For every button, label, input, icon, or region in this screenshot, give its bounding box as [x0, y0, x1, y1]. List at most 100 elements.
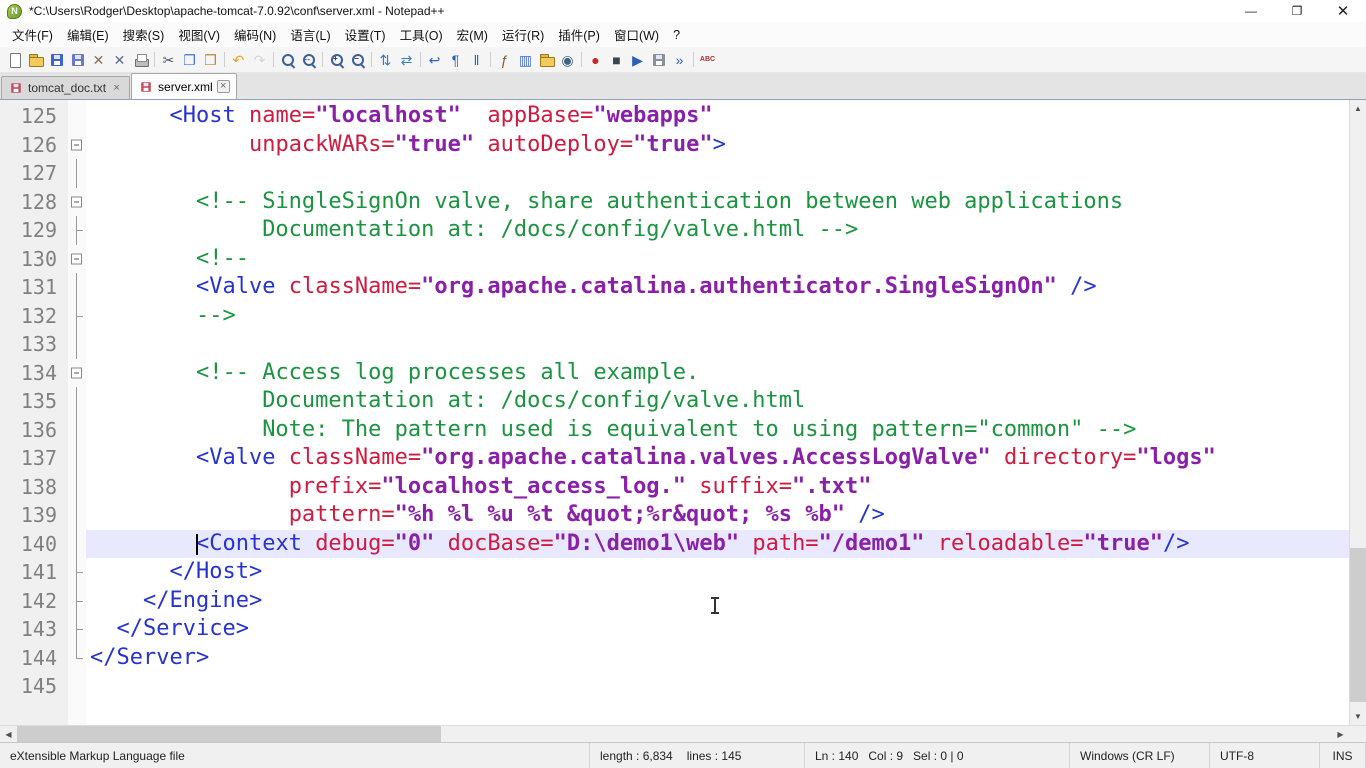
tab-close-icon[interactable]: × [110, 82, 123, 95]
tab-server-xml[interactable]: server.xml × [131, 73, 237, 99]
code-area[interactable]: 125 <Host name="localhost" appBase="weba… [0, 100, 1349, 725]
line-number[interactable]: 143 [0, 615, 68, 644]
line-number[interactable]: 129 [0, 216, 68, 245]
menu-item-8[interactable]: 工具(O) [393, 22, 450, 47]
line-number[interactable]: 141 [0, 558, 68, 587]
code-line-text[interactable]: Note: The pattern used is equivalent to … [86, 416, 1349, 445]
copy-button[interactable]: ❐ [179, 49, 200, 71]
open-file-button[interactable] [25, 49, 46, 71]
fold-margin[interactable] [68, 188, 86, 217]
line-number[interactable]: 144 [0, 644, 68, 673]
paste-button[interactable]: ❒ [200, 49, 221, 71]
vertical-scroll-thumb[interactable] [1350, 548, 1366, 703]
line-number[interactable]: 134 [0, 359, 68, 388]
line-number[interactable]: 131 [0, 273, 68, 302]
vertical-scroll-track[interactable] [1350, 117, 1366, 708]
word-wrap-button[interactable]: ↩ [424, 49, 445, 71]
find-button[interactable] [277, 49, 298, 71]
menu-item-12[interactable]: 窗口(W) [607, 22, 666, 47]
line-number[interactable]: 126 [0, 131, 68, 160]
status-eol-format[interactable]: Windows (CR LF) [1070, 743, 1210, 768]
sync-horizontal-scroll-button[interactable]: ⇄ [396, 49, 417, 71]
code-line-text[interactable]: <Valve className="org.apache.catalina.va… [86, 444, 1349, 473]
code-line-text[interactable]: pattern="%h %l %u %t &quot;%r&quot; %s %… [86, 501, 1349, 530]
document-monitoring-button[interactable]: ◉ [557, 49, 578, 71]
code-line-text[interactable]: <!-- [86, 245, 1349, 274]
fold-margin[interactable] [68, 359, 86, 388]
line-number[interactable]: 128 [0, 188, 68, 217]
close-file-button[interactable]: ✕ [88, 49, 109, 71]
code-line-text[interactable] [86, 159, 1349, 188]
code-line-text[interactable]: </Engine> [86, 587, 1349, 616]
menu-item-1[interactable]: 文件(F) [5, 22, 60, 47]
menu-item-2[interactable]: 编辑(E) [60, 22, 116, 47]
line-number[interactable]: 130 [0, 245, 68, 274]
print-button[interactable] [130, 49, 151, 71]
code-line-text[interactable]: <Host name="localhost" appBase="webapps" [86, 102, 1349, 131]
function-list-button[interactable]: ƒ [494, 49, 515, 71]
scroll-down-button[interactable]: ▼ [1350, 708, 1366, 725]
line-number[interactable]: 142 [0, 587, 68, 616]
code-line-text[interactable]: prefix="localhost_access_log." suffix=".… [86, 473, 1349, 502]
document-map-button[interactable]: ▥ [515, 49, 536, 71]
replace-button[interactable]: ↔ [298, 49, 319, 71]
save-macro-button[interactable] [648, 49, 669, 71]
vertical-scrollbar[interactable]: ▲ ▼ [1349, 100, 1366, 725]
play-macro-button[interactable]: ▶ [627, 49, 648, 71]
tab-tomcat-doc-txt[interactable]: tomcat_doc.txt × [1, 76, 131, 99]
menu-item-13[interactable]: ? [666, 25, 687, 45]
line-number[interactable]: 138 [0, 473, 68, 502]
line-number[interactable]: 133 [0, 330, 68, 359]
minimize-button[interactable]: — [1228, 0, 1274, 22]
zoom-in-button[interactable]: + [326, 49, 347, 71]
line-number[interactable]: 145 [0, 672, 68, 701]
code-line-text[interactable]: <!-- SingleSignOn valve, share authentic… [86, 188, 1349, 217]
code-line-text[interactable]: </Host> [86, 558, 1349, 587]
save-all-button[interactable] [67, 49, 88, 71]
code-line-text[interactable] [86, 672, 1349, 701]
undo-button[interactable]: ↶ [228, 49, 249, 71]
menu-item-3[interactable]: 搜索(S) [116, 22, 172, 47]
code-line-text[interactable]: <Valve className="org.apache.catalina.au… [86, 273, 1349, 302]
menu-item-5[interactable]: 编码(N) [227, 22, 283, 47]
code-line-text[interactable]: unpackWARs="true" autoDeploy="true"> [86, 131, 1349, 160]
line-number[interactable]: 136 [0, 416, 68, 445]
run-macro-multiple-button[interactable]: » [669, 49, 690, 71]
code-line-text[interactable] [86, 330, 1349, 359]
redo-button[interactable]: ↷ [249, 49, 270, 71]
scroll-up-button[interactable]: ▲ [1350, 100, 1366, 117]
spell-check-button[interactable]: ABC [697, 49, 718, 71]
horizontal-scroll-thumb[interactable] [17, 726, 441, 742]
line-number[interactable]: 125 [0, 102, 68, 131]
close-all-button[interactable]: ✕ [109, 49, 130, 71]
folder-as-workspace-button[interactable] [536, 49, 557, 71]
line-number[interactable]: 135 [0, 387, 68, 416]
fold-margin[interactable] [68, 131, 86, 160]
indent-guide-button[interactable]: ‖ [466, 49, 487, 71]
line-number[interactable]: 140 [0, 530, 68, 559]
horizontal-scroll-track[interactable] [17, 726, 1332, 742]
line-number[interactable]: 127 [0, 159, 68, 188]
show-all-characters-button[interactable]: ¶ [445, 49, 466, 71]
maximize-button[interactable]: ❐ [1274, 0, 1320, 22]
menu-item-4[interactable]: 视图(V) [171, 22, 227, 47]
code-line-text[interactable]: </Server> [86, 644, 1349, 673]
fold-margin[interactable] [68, 245, 86, 274]
save-file-button[interactable] [46, 49, 67, 71]
code-line-text[interactable]: --> [86, 302, 1349, 331]
code-line-text[interactable]: </Service> [86, 615, 1349, 644]
record-macro-button[interactable]: ● [585, 49, 606, 71]
code-line-text[interactable]: <Context debug="0" docBase="D:\demo1\web… [86, 529, 1349, 558]
horizontal-scrollbar[interactable]: ◀ ▶ [0, 725, 1366, 742]
status-insert-mode[interactable]: INS [1320, 743, 1366, 768]
menu-item-9[interactable]: 宏(M) [450, 22, 495, 47]
line-number[interactable]: 137 [0, 444, 68, 473]
code-line-text[interactable]: <!-- Access log processes all example. [86, 359, 1349, 388]
scroll-left-button[interactable]: ◀ [0, 726, 17, 742]
menu-item-6[interactable]: 语言(L) [283, 22, 337, 47]
close-button[interactable]: ✕ [1320, 0, 1366, 22]
tab-close-icon[interactable]: × [216, 80, 230, 93]
cut-button[interactable]: ✂ [158, 49, 179, 71]
menu-item-7[interactable]: 设置(T) [338, 22, 393, 47]
line-number[interactable]: 139 [0, 501, 68, 530]
